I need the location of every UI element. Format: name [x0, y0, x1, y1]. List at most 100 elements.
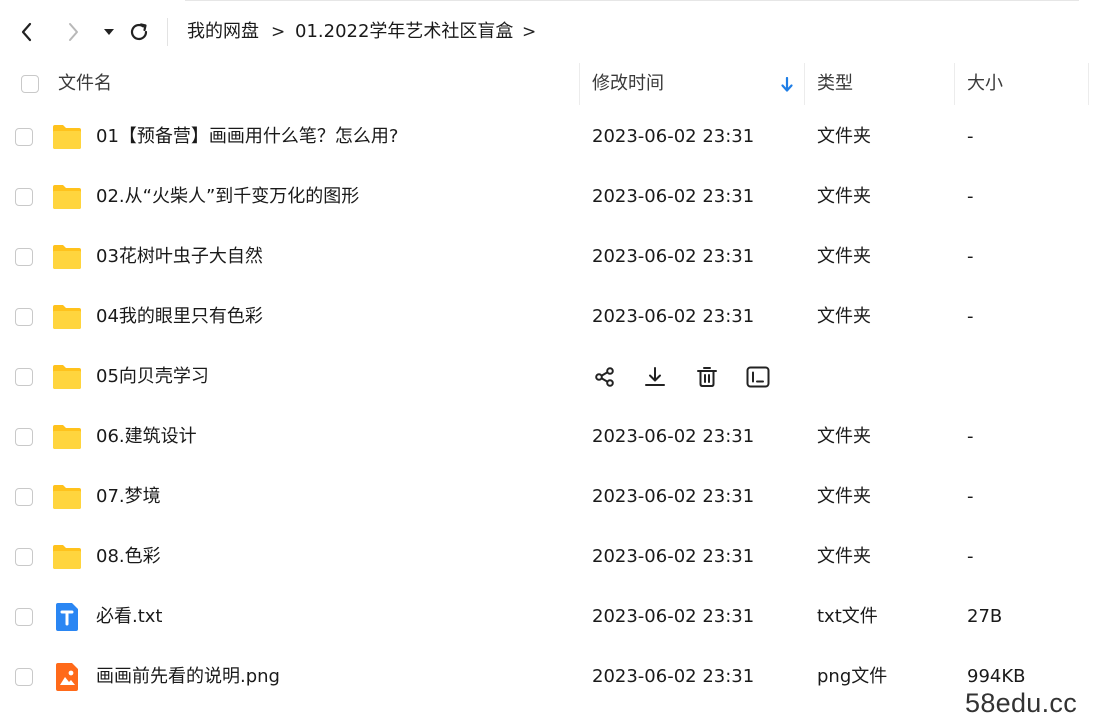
- file-modified-date: 2023-06-02 23:31: [592, 546, 755, 567]
- breadcrumb-item-root[interactable]: 我的网盘: [187, 19, 259, 45]
- header-divider[interactable]: [1088, 63, 1089, 105]
- chevron-right-icon: [69, 23, 78, 41]
- file-type: 文件夹: [817, 306, 871, 327]
- rename-icon: [746, 366, 770, 388]
- file-row[interactable]: 画画前先看的说明.png 2023-06-02 23:31 png文件 994KB: [0, 647, 1093, 707]
- row-checkbox[interactable]: [15, 248, 33, 266]
- folder-icon: [51, 361, 83, 393]
- file-row[interactable]: 01【预备营】画画用什么笔？怎么用? 2023-06-02 23:31 文件夹 -: [0, 107, 1093, 167]
- file-name[interactable]: 05向贝壳学习: [96, 347, 209, 407]
- txt-file-icon: [51, 601, 83, 633]
- breadcrumb-item-current[interactable]: 01.2022学年艺术社区盲盒: [295, 19, 513, 45]
- file-type: 文件夹: [817, 486, 871, 507]
- download-button[interactable]: [642, 364, 668, 390]
- file-row[interactable]: 06.建筑设计 2023-06-02 23:31 文件夹 -: [0, 407, 1093, 467]
- share-button[interactable]: [592, 364, 618, 390]
- file-modified-date: 2023-06-02 23:31: [592, 486, 755, 507]
- file-row[interactable]: 03花树叶虫子大自然 2023-06-02 23:31 文件夹 -: [0, 227, 1093, 287]
- file-modified-date: 2023-06-02 23:31: [592, 246, 755, 267]
- top-divider: [185, 0, 1079, 1]
- file-type: txt文件: [817, 606, 878, 627]
- file-name[interactable]: 03花树叶虫子大自然: [96, 227, 263, 287]
- file-name[interactable]: 08.色彩: [96, 527, 161, 587]
- row-checkbox[interactable]: [15, 668, 33, 686]
- file-type: 文件夹: [817, 426, 871, 447]
- header-divider[interactable]: [954, 63, 955, 105]
- file-row[interactable]: 05向贝壳学习: [0, 347, 1093, 407]
- file-size: -: [967, 306, 974, 327]
- file-type: 文件夹: [817, 186, 871, 207]
- list-header: 文件名 修改时间 类型 大小: [0, 63, 1093, 105]
- nav-divider: [167, 18, 168, 46]
- select-all-checkbox[interactable]: [21, 75, 39, 93]
- header-size[interactable]: 大小: [967, 63, 1003, 105]
- folder-icon: [51, 301, 83, 333]
- row-checkbox[interactable]: [15, 608, 33, 626]
- file-name[interactable]: 01【预备营】画画用什么笔？怎么用?: [96, 107, 398, 167]
- header-type[interactable]: 类型: [817, 63, 853, 105]
- file-name[interactable]: 06.建筑设计: [96, 407, 197, 467]
- file-size: -: [967, 486, 974, 507]
- row-checkbox[interactable]: [15, 548, 33, 566]
- breadcrumb-separator: >: [271, 22, 286, 42]
- refresh-icon: [130, 23, 148, 41]
- folder-icon: [51, 241, 83, 273]
- file-name[interactable]: 04我的眼里只有色彩: [96, 287, 263, 347]
- header-name[interactable]: 文件名: [58, 63, 112, 105]
- refresh-button[interactable]: [127, 20, 151, 44]
- folder-icon: [51, 541, 83, 573]
- folder-icon: [51, 481, 83, 513]
- file-size: -: [967, 546, 974, 567]
- image-file-icon: [51, 661, 83, 693]
- file-type: 文件夹: [817, 546, 871, 567]
- file-row[interactable]: 04我的眼里只有色彩 2023-06-02 23:31 文件夹 -: [0, 287, 1093, 347]
- folder-icon: [51, 421, 83, 453]
- share-icon: [595, 367, 614, 387]
- file-type: 文件夹: [817, 246, 871, 267]
- caret-down-icon: [104, 29, 114, 35]
- header-divider[interactable]: [579, 63, 580, 105]
- file-name[interactable]: 必看.txt: [96, 587, 163, 647]
- row-checkbox[interactable]: [15, 428, 33, 446]
- back-button[interactable]: [15, 20, 39, 44]
- file-modified-date: 2023-06-02 23:31: [592, 426, 755, 447]
- file-size: -: [967, 426, 974, 447]
- file-modified-date: 2023-06-02 23:31: [592, 186, 755, 207]
- file-modified-date: 2023-06-02 23:31: [592, 666, 755, 687]
- row-checkbox[interactable]: [15, 188, 33, 206]
- file-modified-date: 2023-06-02 23:31: [592, 606, 755, 627]
- download-icon: [645, 367, 665, 386]
- file-name[interactable]: 画画前先看的说明.png: [96, 647, 280, 707]
- file-type: png文件: [817, 666, 888, 687]
- file-type: 文件夹: [817, 126, 871, 147]
- row-checkbox[interactable]: [15, 308, 33, 326]
- delete-button[interactable]: [694, 364, 720, 390]
- file-name[interactable]: 07.梦境: [96, 467, 161, 527]
- watermark: 58edu.cc: [961, 686, 1081, 720]
- file-size: 27B: [967, 606, 1003, 627]
- file-row[interactable]: 必看.txt 2023-06-02 23:31 txt文件 27B: [0, 587, 1093, 647]
- row-checkbox[interactable]: [15, 368, 33, 386]
- file-size: -: [967, 186, 974, 207]
- row-checkbox[interactable]: [15, 128, 33, 146]
- row-checkbox[interactable]: [15, 488, 33, 506]
- history-dropdown-button[interactable]: [97, 20, 121, 44]
- file-size: -: [967, 126, 974, 147]
- arrow-down-icon[interactable]: [780, 77, 794, 93]
- file-name[interactable]: 02.从“火柴人”到千变万化的图形: [96, 167, 359, 227]
- header-modified[interactable]: 修改时间: [592, 63, 664, 105]
- file-row[interactable]: 07.梦境 2023-06-02 23:31 文件夹 -: [0, 467, 1093, 527]
- header-divider[interactable]: [804, 63, 805, 105]
- file-modified-date: 2023-06-02 23:31: [592, 126, 755, 147]
- chevron-left-icon: [21, 22, 32, 42]
- file-row[interactable]: 08.色彩 2023-06-02 23:31 文件夹 -: [0, 527, 1093, 587]
- breadcrumb-separator: >: [522, 22, 537, 42]
- file-modified-date: 2023-06-02 23:31: [592, 306, 755, 327]
- folder-icon: [51, 121, 83, 153]
- forward-button[interactable]: [61, 20, 85, 44]
- navigation-bar: 我的网盘 > 01.2022学年艺术社区盲盒 >: [0, 8, 1093, 54]
- file-size: -: [967, 246, 974, 267]
- folder-icon: [51, 181, 83, 213]
- file-row[interactable]: 02.从“火柴人”到千变万化的图形 2023-06-02 23:31 文件夹 -: [0, 167, 1093, 227]
- rename-button[interactable]: [745, 364, 771, 390]
